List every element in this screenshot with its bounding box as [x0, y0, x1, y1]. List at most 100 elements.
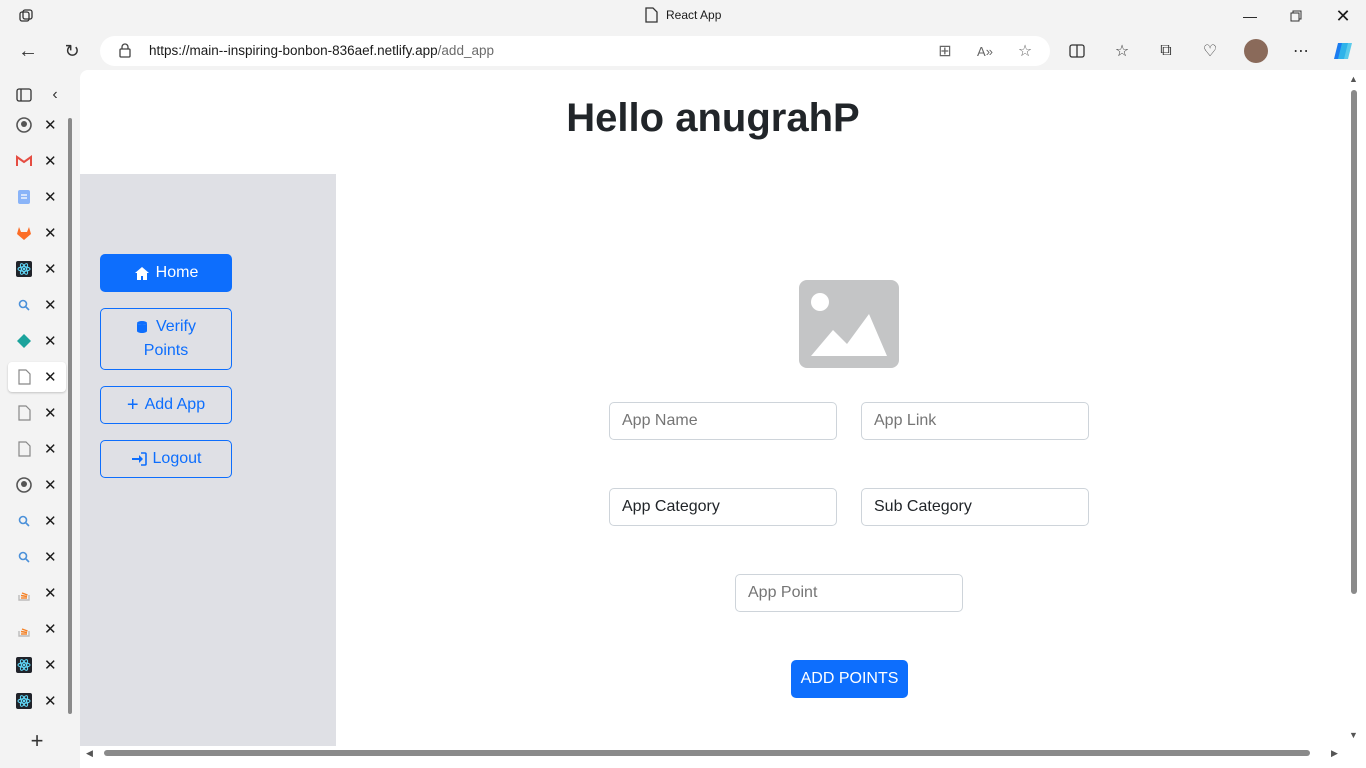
app-sidebar: Home Verify Points + Add App Logout: [80, 174, 336, 746]
page-horizontal-scrollbar[interactable]: [90, 748, 1340, 760]
database-icon: [136, 321, 147, 333]
collapse-panel-icon[interactable]: ‹: [44, 84, 66, 106]
more-menu-icon[interactable]: ⋯: [1290, 40, 1312, 62]
vertical-tab[interactable]: ✕: [8, 578, 66, 608]
vertical-tab[interactable]: ✕: [8, 470, 66, 500]
vertical-tab[interactable]: ✕: [8, 146, 66, 176]
close-tab-icon[interactable]: ✕: [44, 404, 57, 422]
close-tab-icon[interactable]: ✕: [44, 224, 57, 242]
verify-points-button[interactable]: Verify Points: [100, 308, 232, 370]
scroll-down-arrow-icon[interactable]: ▼: [1349, 730, 1358, 740]
vertical-tab[interactable]: ✕: [8, 110, 66, 140]
stackoverflow-icon: [16, 585, 32, 601]
address-bar[interactable]: https://main--inspiring-bonbon-836aef.ne…: [100, 36, 1050, 66]
page-viewport: Hello anugrahP Home Verify Points + Add …: [80, 70, 1366, 768]
vertical-tab[interactable]: ✕: [8, 326, 66, 356]
add-points-button[interactable]: ADD POINTS: [791, 660, 908, 698]
browser-essentials-icon[interactable]: ♡: [1199, 40, 1221, 62]
lock-icon[interactable]: [119, 43, 131, 63]
read-aloud-icon[interactable]: A»: [974, 40, 996, 62]
app-name-input[interactable]: [609, 402, 837, 440]
page-icon: [16, 405, 32, 421]
workspaces-icon[interactable]: [15, 5, 37, 27]
vertical-tab[interactable]: ✕: [8, 614, 66, 644]
vertical-tab[interactable]: ✕: [8, 434, 66, 464]
home-label: Home: [155, 264, 199, 281]
sign-in-icon: [131, 452, 147, 466]
vertical-tab[interactable]: ✕: [8, 686, 66, 716]
vertical-tab[interactable]: ✕: [8, 506, 66, 536]
vertical-tab[interactable]: ✕: [8, 254, 66, 284]
window-titlebar: React App — ✕: [0, 0, 1366, 32]
horizontal-scroll-thumb[interactable]: [104, 750, 1310, 756]
scroll-right-arrow-icon[interactable]: ▶: [1331, 748, 1338, 759]
favorites-icon[interactable]: ☆: [1111, 40, 1133, 62]
close-window-button[interactable]: ✕: [1333, 6, 1353, 26]
react-icon: [16, 261, 32, 277]
close-tab-icon[interactable]: ✕: [44, 584, 57, 602]
gitlab-icon: [16, 225, 32, 241]
app-image-placeholder-icon[interactable]: [799, 280, 899, 368]
profile-avatar[interactable]: [1244, 39, 1268, 63]
plus-icon: +: [126, 394, 139, 416]
close-tab-icon[interactable]: ✕: [44, 656, 57, 674]
home-button[interactable]: Home: [100, 254, 232, 292]
copilot-icon[interactable]: [1332, 40, 1354, 62]
close-tab-icon[interactable]: ✕: [44, 296, 57, 314]
verify-label-line1: Verify: [155, 318, 196, 335]
close-tab-icon[interactable]: ✕: [44, 332, 57, 350]
close-tab-icon[interactable]: ✕: [44, 152, 57, 170]
new-tab-button[interactable]: +: [26, 728, 48, 753]
vertical-tab[interactable]: ✕: [8, 218, 66, 248]
close-tab-icon[interactable]: ✕: [44, 512, 57, 530]
close-tab-icon[interactable]: ✕: [44, 368, 57, 386]
scroll-up-arrow-icon[interactable]: ▲: [1349, 74, 1358, 84]
vertical-tab[interactable]: ✕: [8, 290, 66, 320]
search-icon: [16, 513, 32, 529]
search-icon: [16, 297, 32, 313]
close-tab-icon[interactable]: ✕: [44, 620, 57, 638]
page-title: Hello anugrahP: [566, 96, 860, 140]
tab-actions-icon[interactable]: [13, 84, 35, 106]
home-icon: [134, 266, 149, 280]
url-main: https://main--inspiring-bonbon-836aef.ne…: [149, 43, 438, 58]
close-tab-icon[interactable]: ✕: [44, 692, 57, 710]
verify-label-line2: Points: [143, 342, 189, 359]
logout-button[interactable]: Logout: [100, 440, 232, 478]
close-tab-icon[interactable]: ✕: [44, 188, 57, 206]
add-app-button[interactable]: + Add App: [100, 386, 232, 424]
page-vertical-scrollbar[interactable]: [1349, 90, 1359, 594]
app-link-input[interactable]: [861, 402, 1089, 440]
app-available-icon[interactable]: ⊞: [934, 40, 956, 62]
scroll-left-arrow-icon[interactable]: ◀: [86, 748, 93, 759]
vertical-scroll-thumb[interactable]: [1351, 90, 1357, 594]
collections-icon[interactable]: ⧉: [1155, 40, 1177, 62]
add-favorite-icon[interactable]: ☆: [1014, 40, 1036, 62]
vertical-tab[interactable]: ✕: [8, 542, 66, 572]
window-tab-title: React App: [644, 7, 721, 23]
url-text[interactable]: https://main--inspiring-bonbon-836aef.ne…: [149, 43, 494, 58]
tabs-scrollbar[interactable]: [68, 118, 72, 714]
split-screen-icon[interactable]: [1066, 40, 1088, 62]
vertical-tab[interactable]: ✕: [8, 182, 66, 212]
app-point-input[interactable]: [735, 574, 963, 612]
vertical-tab[interactable]: ✕: [8, 650, 66, 680]
vertical-tab[interactable]: ✕: [8, 362, 66, 392]
app-category-field[interactable]: App Category: [609, 488, 837, 526]
restore-button[interactable]: [1286, 6, 1306, 26]
docs-icon: [16, 189, 32, 205]
page-icon: [16, 369, 32, 385]
close-tab-icon[interactable]: ✕: [44, 260, 57, 278]
minimize-button[interactable]: —: [1240, 6, 1260, 26]
close-tab-icon[interactable]: ✕: [44, 476, 57, 494]
close-tab-icon[interactable]: ✕: [44, 116, 57, 134]
page-icon: [645, 7, 658, 23]
vertical-tab[interactable]: ✕: [8, 398, 66, 428]
gmail-icon: [16, 153, 32, 169]
back-button[interactable]: ←: [17, 40, 39, 62]
close-tab-icon[interactable]: ✕: [44, 440, 57, 458]
close-tab-icon[interactable]: ✕: [44, 548, 57, 566]
github-icon: [16, 477, 32, 493]
sub-category-field[interactable]: Sub Category: [861, 488, 1089, 526]
refresh-button[interactable]: ↻: [61, 40, 83, 62]
